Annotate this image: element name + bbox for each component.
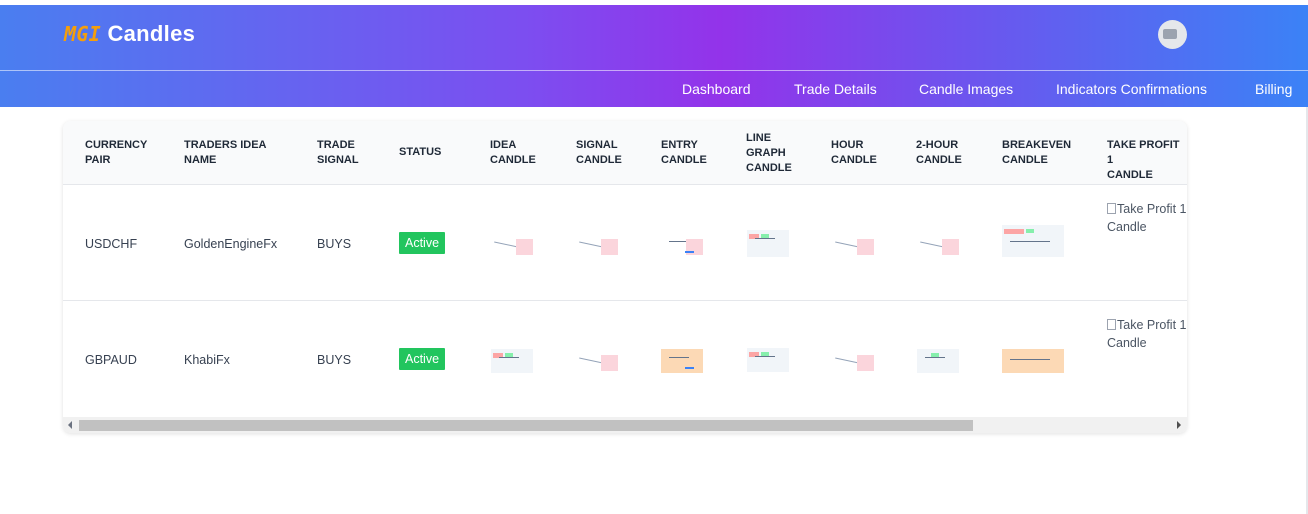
broken-image-icon [1163,29,1177,39]
line-graph-candle-thumbnail[interactable] [747,348,789,372]
idea-candle-thumbnail[interactable] [491,233,533,257]
cell-currency-pair: GBPAUD [85,353,137,367]
scrollbar-thumb[interactable] [79,420,973,431]
broken-image-icon [1107,203,1116,214]
hour-candle-thumbnail[interactable] [832,349,874,373]
col-take-profit-1-candle: TAKE PROFIT 1 CANDLE [1107,139,1180,181]
user-avatar[interactable] [1158,20,1187,49]
signal-candle-thumbnail[interactable] [576,233,618,257]
hour-candle-thumbnail[interactable] [832,233,874,257]
breakeven-candle-thumbnail[interactable] [1002,225,1064,257]
brand-prefix: MGI [64,22,102,46]
cell-trader-name: KhabiFx [184,353,230,367]
nav-indicators-confirmations[interactable]: Indicators Confirmations [1056,81,1207,97]
idea-candle-thumbnail[interactable] [491,349,533,373]
2-hour-candle-thumbnail[interactable] [917,233,959,257]
cell-trader-name: GoldenEngineFx [184,237,278,251]
take-profit-1-broken-image[interactable]: Take Profit 1 Candle [1107,316,1187,352]
col-breakeven-candle: BREAKEVEN CANDLE [1002,139,1072,166]
nav-dashboard[interactable]: Dashboard [682,81,751,97]
broken-image-alt-text: Take Profit 1 Candle [1107,318,1187,350]
scroll-right-arrow-icon[interactable] [1177,421,1181,429]
col-hour-candle: HOUR CANDLE [831,139,877,166]
line-graph-candle-thumbnail[interactable] [747,230,789,257]
table-row: USDCHF GoldenEngineFx BUYS Active Take P… [63,184,1187,301]
take-profit-1-broken-image[interactable]: Take Profit 1 Candle [1107,200,1187,236]
col-currency-pair: CURRENCY PAIR [85,139,148,166]
nav-billing[interactable]: Billing [1255,81,1292,97]
status-badge: Active [399,348,446,370]
breakeven-candle-thumbnail[interactable] [1002,341,1064,373]
main-nav: Dashboard Trade Details Candle Images In… [0,81,1308,101]
col-line-graph-candle: LINE GRAPH CANDLE [746,132,792,174]
scroll-left-arrow-icon[interactable] [68,421,72,429]
nav-trade-details[interactable]: Trade Details [794,81,877,97]
broken-image-alt-text: Take Profit 1 Candle [1107,202,1187,234]
signal-candle-thumbnail[interactable] [576,349,618,373]
col-signal-candle: SIGNAL CANDLE [576,139,622,166]
horizontal-scrollbar[interactable] [63,417,1187,433]
col-2-hour-candle: 2-HOUR CANDLE [916,139,962,166]
table-row: GBPAUD KhabiFx BUYS Active Take Profit 1… [63,300,1187,417]
trades-table-card: CURRENCY PAIR TRADERS IDEA NAME TRADE SI… [63,121,1187,433]
entry-candle-thumbnail[interactable] [661,349,703,373]
brand-name: Candles [107,21,196,46]
broken-image-icon [1107,319,1116,330]
cell-currency-pair: USDCHF [85,237,138,251]
table-header: CURRENCY PAIR TRADERS IDEA NAME TRADE SI… [63,121,1187,185]
cell-trade-signal: BUYS [317,353,352,367]
col-idea-candle: IDEA CANDLE [490,139,536,166]
entry-candle-thumbnail[interactable] [661,233,703,257]
2-hour-candle-thumbnail[interactable] [917,349,959,373]
col-status: STATUS [399,146,442,158]
status-badge: Active [399,232,446,254]
nav-candle-images[interactable]: Candle Images [919,81,1013,97]
brand-logo[interactable]: MGI Candles [64,21,195,47]
header-divider [0,70,1308,71]
cell-trade-signal: BUYS [317,237,352,251]
app-header: MGI Candles Dashboard Trade Details Cand… [0,5,1308,107]
col-entry-candle: ENTRY CANDLE [661,139,707,166]
col-trade-signal: TRADE SIGNAL [317,139,359,166]
col-traders-idea-name: TRADERS IDEA NAME [184,139,267,166]
